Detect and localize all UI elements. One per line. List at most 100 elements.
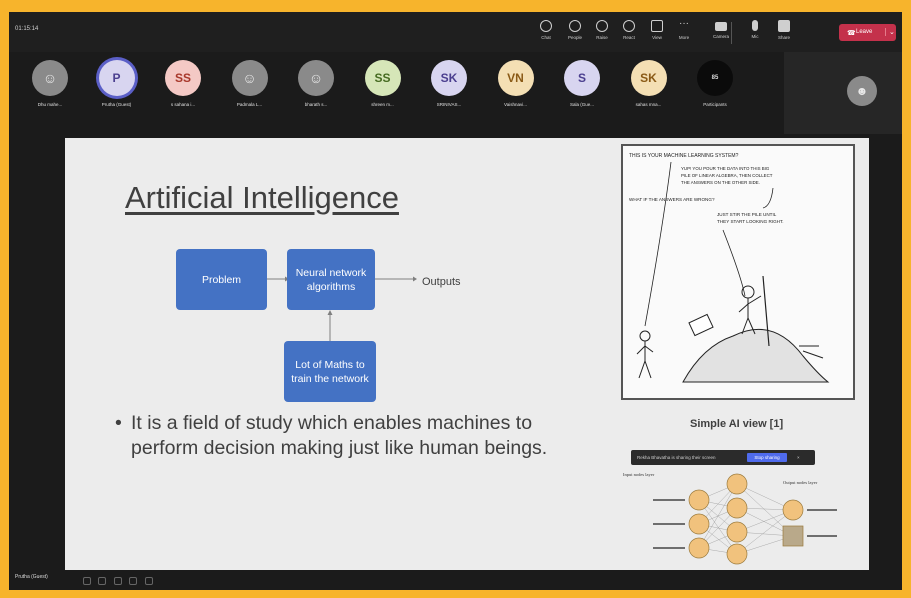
toolbar-button-label: People [567,35,582,40]
comic-drawing: THIS IS YOUR MACHINE LEARNING SYSTEM? YU… [629,153,830,383]
next-slide-icon[interactable] [98,577,107,585]
participant-name: Padmala L... [236,102,263,107]
person-icon: ☺ [42,70,58,86]
view-button[interactable]: View [644,20,670,48]
comic-line-3: WHAT IF THE ANSWERS ARE WRONG? [629,197,715,202]
participant-tile[interactable]: ☺ bharath s... [280,60,352,120]
mic-button[interactable]: Mic [742,20,768,48]
meeting-timer: 01:15:14 [15,26,39,32]
comic-line-4a: JUST STIR THE PILE UNTIL [717,212,777,217]
toolbar-divider [731,22,732,44]
neural-network-box: Neural network algorithms [287,249,375,310]
comic-caption: Simple AI view [1] [690,418,784,430]
prev-slide-icon[interactable] [83,577,91,585]
participant-tile[interactable]: SS s sahana i... [147,60,219,120]
toolbar-button-label: Chat [541,35,551,40]
input-layer-label: Input nodes layer [623,472,655,477]
meeting-toolbar: 01:15:14 Chat People Raise React View ··· More… [9,12,902,52]
participant-tile[interactable]: S Sala (Gue... [546,60,618,120]
person-icon: ☺ [242,70,257,86]
participant-name: SRINIVAS... [436,102,462,107]
comic-line-2b: PILE OF LINEAR ALGEBRA, THEN COLLECT [681,173,773,178]
bullet-dot: • [115,412,122,434]
raise-hand-icon [596,20,608,32]
stop-sharing-button[interactable]: Stop sharing [747,453,787,462]
participant-avatar: SK [431,60,467,96]
comic-line-1: THIS IS YOUR MACHINE LEARNING SYSTEM? [629,153,739,159]
participant-name: sahas mna... [635,102,662,107]
self-video-tile[interactable] [784,52,902,134]
sharing-text: Rekha Bhavatha is sharing their screen [637,455,716,460]
outputs-label: Outputs [422,276,461,288]
sharing-notification: Rekha Bhavatha is sharing their screen S… [631,450,815,465]
share-button[interactable]: Share [771,20,797,48]
comic-line-2a: YUP! YOU POUR THE DATA INTO THIS BIG [681,166,770,171]
participant-avatar: SS [364,60,401,96]
participant-tile[interactable]: ☺ Padmala L... [214,60,286,120]
bullet-text: It is a field of study which enables mac… [131,412,548,459]
participant-avatar: ☺ [32,60,68,96]
leave-button[interactable]: ☎ Leave ⌄ [839,24,896,41]
raise-button[interactable]: Raise [589,20,615,48]
react-button[interactable]: React [616,20,642,48]
phone-hangup-icon: ☎ [847,30,856,37]
toolbar-button-label: More [678,35,690,40]
share-icon [778,20,790,32]
participant-avatar: VN [497,60,534,96]
close-notification-icon[interactable]: × [797,455,800,460]
people-icon [569,20,581,32]
bullet-point: • It is a field of study which enables m… [115,411,595,461]
comic-line-2c: THE ANSWERS ON THE OTHER SIDE. [681,180,760,185]
toolbar-button-label: Raise [596,35,608,40]
zoom-icon[interactable] [113,577,122,585]
participant-name: bharath s... [304,102,328,107]
participant-name: Sala (Gue... [569,102,594,107]
participant-tile[interactable]: ☺ Dhu mahe... [14,60,86,120]
output-layer-label: Output nodes layer [783,480,818,485]
more-button[interactable]: ··· More [671,19,697,48]
participant-avatar: SS [165,60,201,96]
toolbar-button-label: Share [777,35,790,40]
participant-avatar: S [564,60,600,96]
participant-name: Prutha (Guest) [101,102,132,107]
toolbar-button-label: Mic [751,34,759,39]
participant-tile[interactable]: VN Vaishnavi... [480,60,552,120]
people-button[interactable]: People [562,20,588,48]
chat-button[interactable]: Chat [533,20,559,48]
participant-count-badge: 85 [697,60,733,96]
participant-name: Participants [703,102,727,107]
participant-tile[interactable]: SK SRINIVAS... [413,60,485,120]
presenter-label: Prutha (Guest) [15,574,48,580]
participant-name: shreen m... [371,102,394,107]
camera-icon [715,22,727,31]
shared-slide: Artificial Intelligence Problem Neural n… [65,138,869,570]
teams-meeting-window: 01:15:14 Chat People Raise React View ··· More… [9,12,902,590]
person-icon: ☺ [308,70,324,86]
toolbar-button-label: View [652,35,662,40]
view-icon [651,20,663,32]
xkcd-comic: THIS IS YOUR MACHINE LEARNING SYSTEM? YU… [621,144,855,400]
stop-icon[interactable] [144,577,153,585]
participant-tile[interactable]: SK sahas mna... [613,60,685,120]
participant-avatar: ☺ [298,60,334,96]
chat-icon [540,20,552,32]
participant-name: Vaishnavi... [504,102,527,107]
self-avatar: ☻ [847,76,877,106]
participant-avatar: P [98,60,135,96]
fullscreen-icon[interactable] [129,577,138,585]
participant-tile[interactable]: SS shreen m... [347,60,419,120]
participant-name: Dhu mahe... [37,102,63,107]
chevron-down-icon[interactable]: ⌄ [885,28,895,36]
comic-line-4b: THEY START LOOKING RIGHT. [717,219,784,224]
participants-strip: ☺ Dhu mahe... P Prutha (Guest) SS s sahana i.… [9,52,902,134]
toolbar-button-label: React [623,35,635,40]
participant-tile[interactable]: P Prutha (Guest) [81,60,153,120]
mic-icon [752,20,758,31]
presenter-controls[interactable] [83,572,156,585]
participant-avatar: SK [630,60,667,96]
participant-name: s sahana i... [170,102,196,107]
react-icon [623,20,635,32]
maths-box: Lot of Maths to train the network [284,341,376,402]
problem-box: Problem [176,249,267,310]
participants-count-tile[interactable]: 85 Participants [679,60,751,120]
